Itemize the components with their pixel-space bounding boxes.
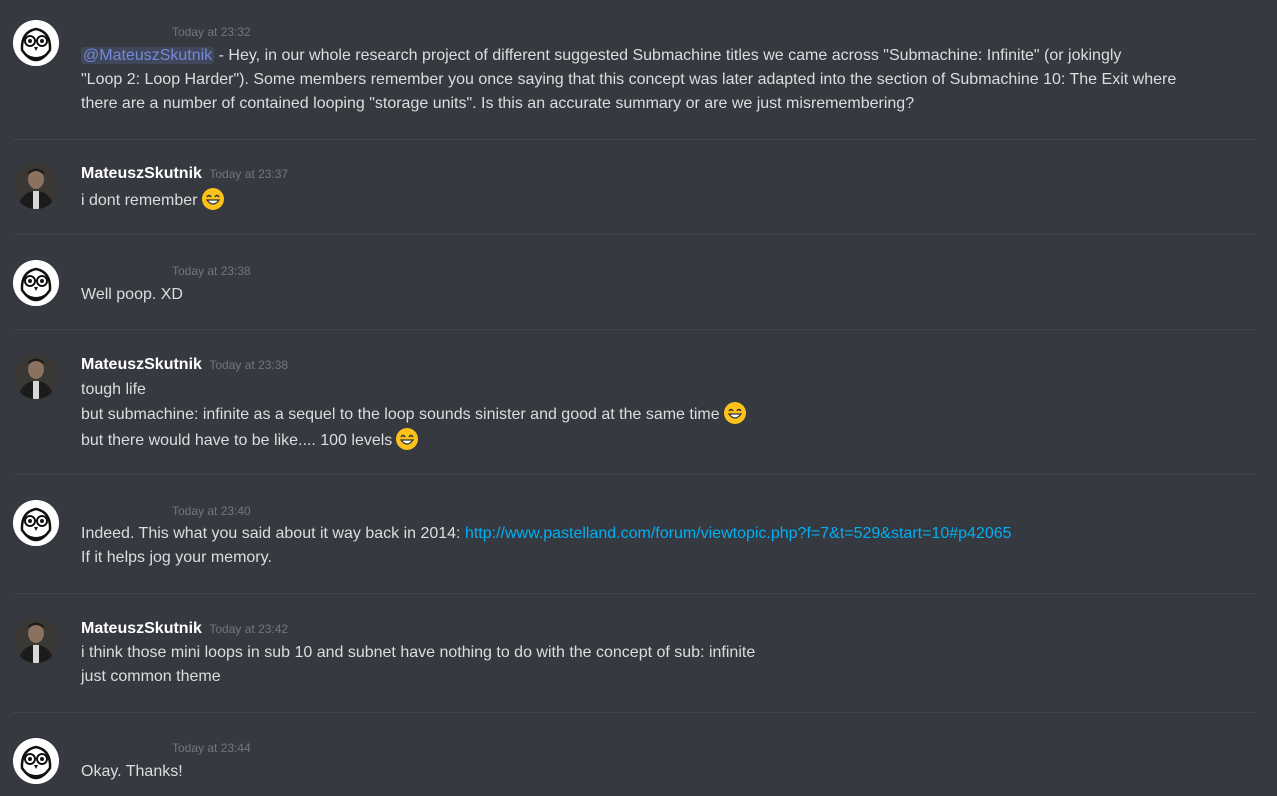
message-text: but there would have to be like.... 100 … [81, 432, 393, 449]
message-line: Okay. Thanks! [81, 763, 183, 780]
grinning-face-emoji [723, 402, 746, 424]
message-line: i think those mini loops in sub 10 and s… [81, 644, 756, 661]
message-line: but there would have to be like.... 100 … [81, 428, 419, 453]
forum-link[interactable]: http://www.pastelland.com/forum/viewtopi… [465, 525, 1012, 542]
photo-avatar[interactable] [13, 617, 59, 663]
user-mention[interactable]: @MateuszSkutnik [81, 47, 215, 64]
message-divider [13, 329, 1256, 330]
photo-avatar[interactable] [13, 163, 59, 209]
message-divider [13, 234, 1256, 235]
owl-avatar[interactable] [13, 260, 59, 306]
timestamp: Today at 23:40 [172, 504, 251, 518]
username[interactable]: MateuszSkutnik [81, 165, 202, 182]
timestamp: Today at 23:32 [172, 25, 251, 39]
username[interactable]: MateuszSkutnik [81, 620, 202, 637]
message-divider [13, 593, 1256, 594]
grinning-face-emoji [396, 428, 419, 450]
message-line: If it helps jog your memory. [81, 549, 272, 566]
timestamp: Today at 23:44 [172, 741, 251, 755]
message-header: MateuszSkutnik Today at 23:42 [81, 620, 288, 638]
message-divider [13, 474, 1256, 475]
message-line: tough life [81, 381, 146, 398]
message-line: Indeed. This what you said about it way … [81, 522, 1012, 546]
message-header: MateuszSkutnik Today at 23:37 [81, 165, 288, 183]
timestamp: Today at 23:38 [172, 264, 251, 278]
message-line: but submachine: infinite as a sequel to … [81, 402, 746, 427]
message-header: MateuszSkutnik Today at 23:38 [81, 356, 288, 374]
owl-avatar[interactable] [13, 20, 59, 66]
message-divider [13, 712, 1256, 713]
message-line: i dont remember [81, 188, 224, 213]
timestamp: Today at 23:42 [209, 622, 289, 636]
timestamp: Today at 23:37 [209, 167, 289, 181]
message-line: Well poop. XD [81, 286, 183, 303]
message-line: there are a number of contained looping … [81, 95, 915, 112]
message-line: @MateuszSkutnik - Hey, in our whole rese… [81, 44, 1121, 68]
message-text: i dont remember [81, 192, 198, 209]
username[interactable]: MateuszSkutnik [81, 356, 202, 373]
owl-avatar[interactable] [13, 738, 59, 784]
message-divider [13, 139, 1256, 140]
message-line: "Loop 2: Loop Harder"). Some members rem… [81, 71, 1177, 88]
message-line: just common theme [81, 668, 221, 685]
photo-avatar[interactable] [13, 353, 59, 399]
timestamp: Today at 23:38 [209, 358, 289, 372]
message-text: - Hey, in our whole research project of … [214, 47, 1122, 64]
message-text: but submachine: infinite as a sequel to … [81, 406, 720, 423]
owl-avatar[interactable] [13, 500, 59, 546]
grinning-face-emoji [201, 188, 224, 210]
message-text: Indeed. This what you said about it way … [81, 525, 465, 542]
